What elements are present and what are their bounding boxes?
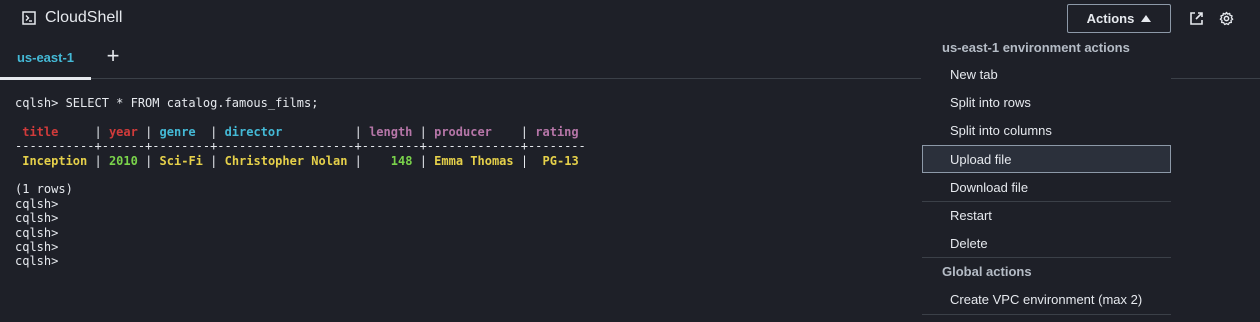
actions-button-label: Actions [1086,11,1135,26]
col-title: title [22,124,59,139]
terminal-icon [22,11,36,25]
prompt-line: cqlsh> [15,196,59,211]
menu-item-restart[interactable]: Restart [922,201,1171,229]
col-producer: producer [434,124,492,139]
top-bar: CloudShell Actions [0,0,1260,36]
menu-item-new-tab[interactable]: New tab [922,60,1171,88]
prompt-line: cqlsh> [15,211,59,226]
prompt-line: cqlsh> [15,225,59,240]
menu-heading-environment: us-east-1 environment actions [942,40,1130,55]
menu-item-split-columns[interactable]: Split into columns [922,116,1171,144]
cell-rating: PG-13 [542,153,579,168]
prompt-line: cqlsh> [15,254,59,269]
add-tab-button[interactable]: + [104,45,122,67]
active-tab-indicator [0,77,91,80]
menu-item-split-rows[interactable]: Split into rows [922,88,1171,116]
result-separator: -----------+------+--------+------------… [15,139,586,154]
actions-button[interactable]: Actions [1067,4,1171,33]
col-director: director [224,124,283,139]
cell-year: 2010 [108,153,138,168]
cell-genre: Sci-Fi [159,153,203,168]
external-link-icon[interactable] [1189,11,1204,26]
cell-producer: Emma Thomas [434,153,514,168]
col-genre: genre [159,124,196,139]
gear-icon[interactable] [1219,11,1234,26]
menu-item-delete[interactable]: Delete [922,229,1171,257]
app-title: CloudShell [45,9,123,26]
cell-length: 148 [390,153,413,168]
col-year: year [108,124,138,139]
table-row: Inception | 2010 | Sci-Fi | Christopher … [22,153,579,168]
menu-divider [922,314,1171,315]
col-rating: rating [535,124,579,139]
caret-up-icon [1141,15,1152,22]
tab-us-east-1[interactable]: us-east-1 [0,36,91,80]
result-header-row: title | year | genre | director | length… [22,124,579,139]
prompt-line: cqlsh> [15,239,59,254]
menu-item-upload-file[interactable]: Upload file [922,145,1171,173]
menu-divider [922,257,1171,258]
menu-item-create-vpc[interactable]: Create VPC environment (max 2) [922,285,1171,313]
row-count: (1 rows) [15,182,73,197]
terminal-output[interactable]: cqlsh> SELECT * FROM catalog.famous_film… [15,96,915,269]
col-length: length [369,124,413,139]
menu-item-download-file[interactable]: Download file [922,173,1171,201]
command-line: cqlsh> SELECT * FROM catalog.famous_film… [15,96,319,110]
tab-label: us-east-1 [16,50,75,65]
cell-title: Inception [22,153,88,168]
cell-director: Christopher Nolan [224,153,348,168]
actions-menu: us-east-1 environment actions New tab Sp… [921,34,1171,322]
menu-heading-global: Global actions [942,264,1032,279]
